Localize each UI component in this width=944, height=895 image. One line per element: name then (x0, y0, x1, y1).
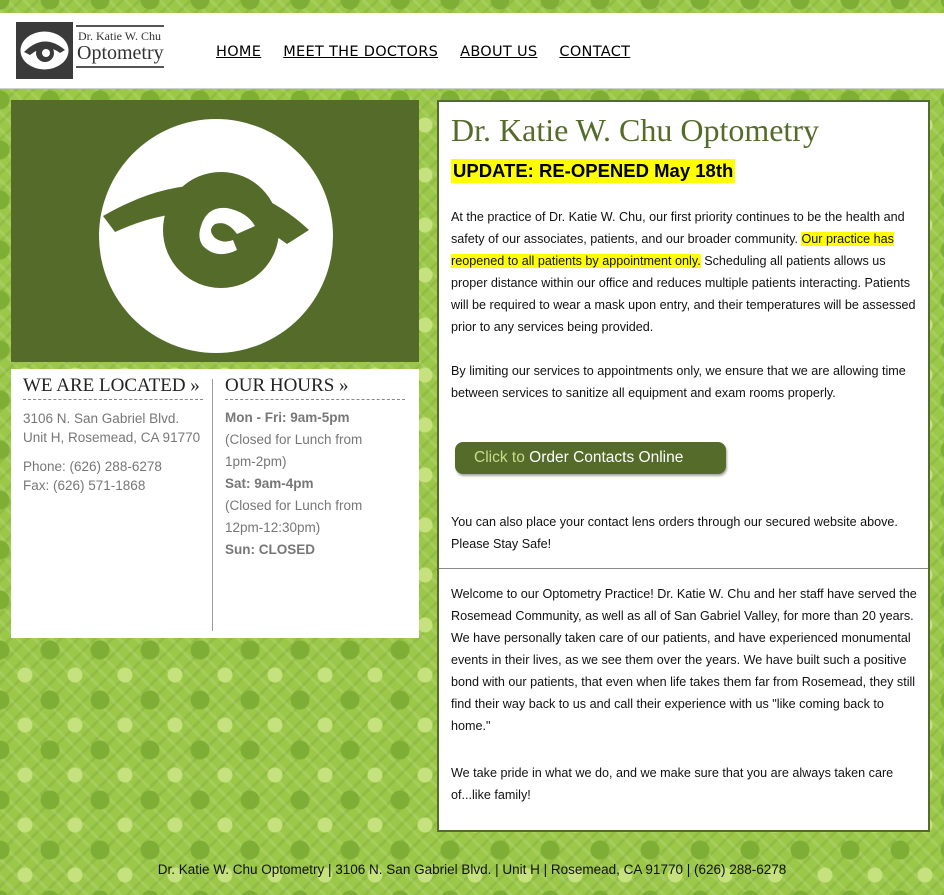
page-title: Dr. Katie W. Chu Optometry (451, 112, 819, 148)
main-content: Dr. Katie W. Chu Optometry UPDATE: RE-OP… (437, 100, 930, 832)
nav-contact[interactable]: CONTACT (559, 44, 630, 60)
info-panel: WE ARE LOCATED » 3106 N. San Gabriel Blv… (11, 369, 419, 638)
large-eye-icon (11, 100, 419, 362)
weekday-lunch-note: (Closed for Lunch from (225, 432, 363, 447)
weekday-lunch-time: 1pm-2pm) (225, 454, 287, 469)
logo-rule (76, 25, 164, 27)
nav-home[interactable]: HOME (216, 44, 261, 60)
hero-eye-image (11, 100, 419, 362)
covid-paragraph: At the practice of Dr. Katie W. Chu, our… (451, 206, 917, 338)
weekday-label: Mon - Fri: (225, 410, 287, 425)
location-heading: WE ARE LOCATED » (23, 375, 203, 400)
hours-heading: OUR HOURS » (225, 375, 405, 400)
logo-rule (76, 66, 164, 68)
logo-wordmark: Dr. Katie W. Chu Optometry (76, 22, 164, 71)
saturday-lunch-note: (Closed for Lunch from (225, 498, 363, 513)
nav-meet-the-doctors[interactable]: MEET THE DOCTORS (283, 44, 438, 60)
order-contacts-button[interactable]: Click to Order Contacts Online (455, 442, 726, 474)
update-banner: UPDATE: RE-OPENED May 18th (451, 159, 736, 183)
sunday-label: Sun: (225, 542, 255, 557)
logo-line-optometry: Optometry (77, 42, 164, 64)
contact-lens-paragraph: You can also place your contact lens ord… (451, 515, 898, 551)
sunday-time: CLOSED (258, 542, 316, 557)
order-button-label: Order Contacts Online (529, 449, 684, 466)
eye-logo-icon (16, 22, 73, 79)
saturday-label: Sat: (225, 476, 251, 491)
main-nav: HOME MEET THE DOCTORS ABOUT US CONTACT (216, 44, 630, 60)
weekday-hours: Mon - Fri: 9am-5pm (225, 407, 405, 429)
welcome-paragraph: Welcome to our Optometry Practice! Dr. K… (451, 587, 917, 733)
address-line-1: 3106 N. San Gabriel Blvd. (23, 411, 180, 426)
site-logo[interactable]: Dr. Katie W. Chu Optometry (16, 22, 164, 80)
saturday-hours: Sat: 9am-4pm (225, 473, 405, 495)
address-line-2: Unit H, Rosemead, CA 91770 (23, 430, 201, 445)
site-footer: Dr. Katie W. Chu Optometry | 3106 N. San… (157, 862, 787, 877)
pride-paragraph: We take pride in what we do, and we make… (451, 766, 894, 802)
sunday-hours: Sun: CLOSED (225, 539, 405, 561)
weekday-time: 9am-5pm (290, 410, 350, 425)
section-divider (439, 568, 928, 569)
column-divider (212, 379, 213, 631)
phone-number[interactable]: Phone: (626) 288-6278 (23, 457, 203, 476)
site-header: Dr. Katie W. Chu Optometry HOME MEET THE… (0, 13, 944, 89)
saturday-time: 9am-4pm (254, 476, 314, 491)
saturday-lunch-time: 12pm-12:30pm) (225, 520, 321, 535)
fax-number: Fax: (626) 571-1868 (23, 478, 146, 493)
location-section: WE ARE LOCATED » 3106 N. San Gabriel Blv… (23, 375, 203, 495)
hours-section: OUR HOURS » Mon - Fri: 9am-5pm (Closed f… (225, 375, 405, 561)
order-button-lead: Click to (474, 449, 525, 466)
nav-about-us[interactable]: ABOUT US (460, 44, 537, 60)
sanitize-paragraph: By limiting our services to appointments… (451, 364, 906, 400)
